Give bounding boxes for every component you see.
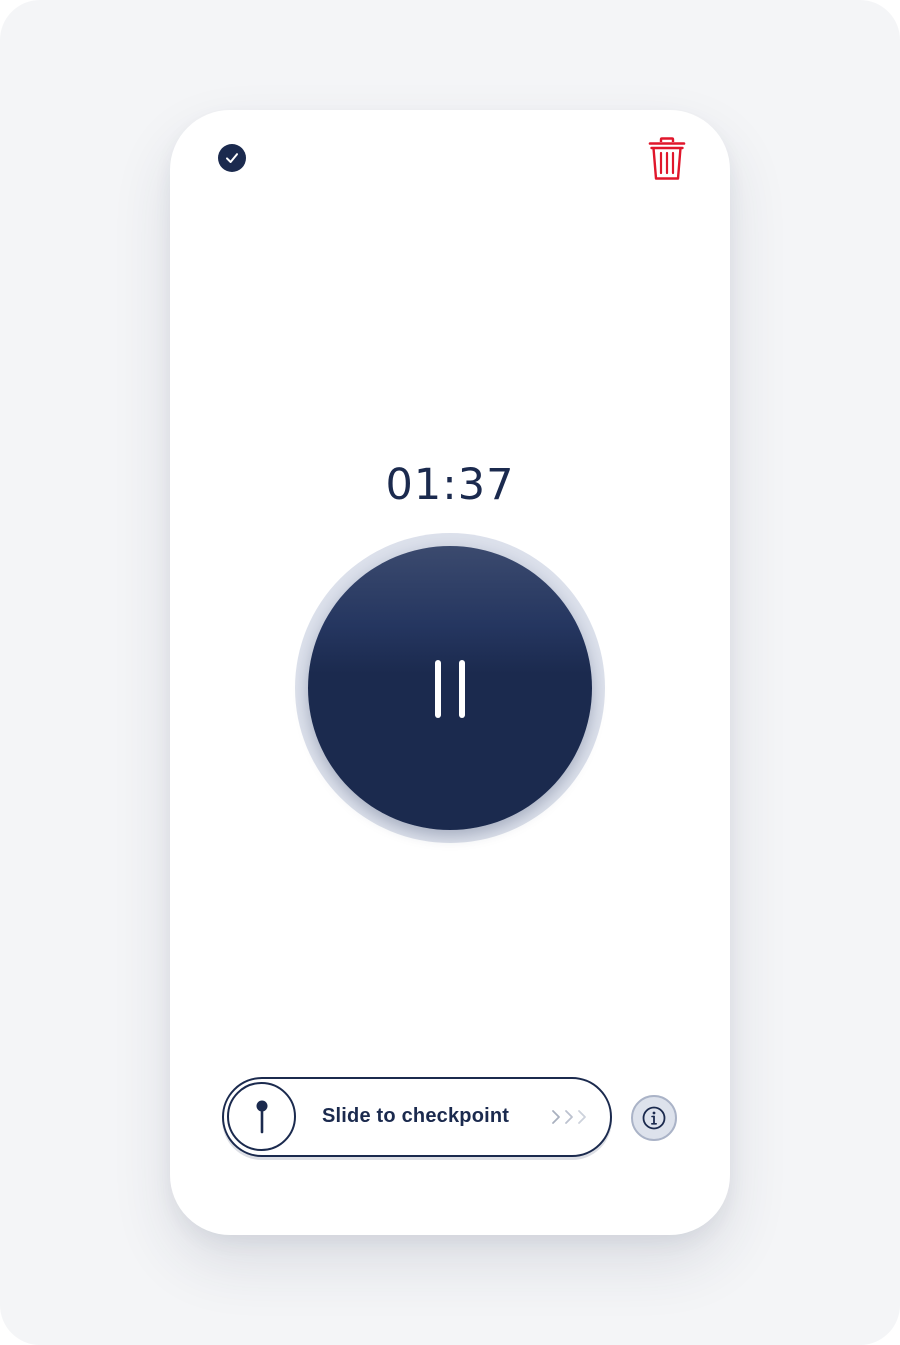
checkpoint-slider[interactable]: Slide to checkpoint [222, 1077, 612, 1157]
info-icon [642, 1106, 666, 1130]
checkmark-circle-icon [226, 153, 238, 163]
chevrons-right-icon [550, 1079, 590, 1154]
slider-knob[interactable] [227, 1082, 296, 1151]
pause-recording-button[interactable] [308, 546, 592, 830]
info-button[interactable] [631, 1095, 677, 1141]
trash-icon [648, 137, 686, 180]
background: 01:37 Slide to checkpoint [0, 0, 900, 1345]
recorder-screen: 01:37 Slide to checkpoint [170, 110, 730, 1235]
slider-label: Slide to checkpoint [322, 1105, 510, 1127]
delete-button[interactable] [648, 137, 686, 181]
pin-icon [256, 1100, 267, 1133]
elapsed-time: 01:37 [385, 460, 515, 510]
confirm-button[interactable] [218, 144, 246, 172]
